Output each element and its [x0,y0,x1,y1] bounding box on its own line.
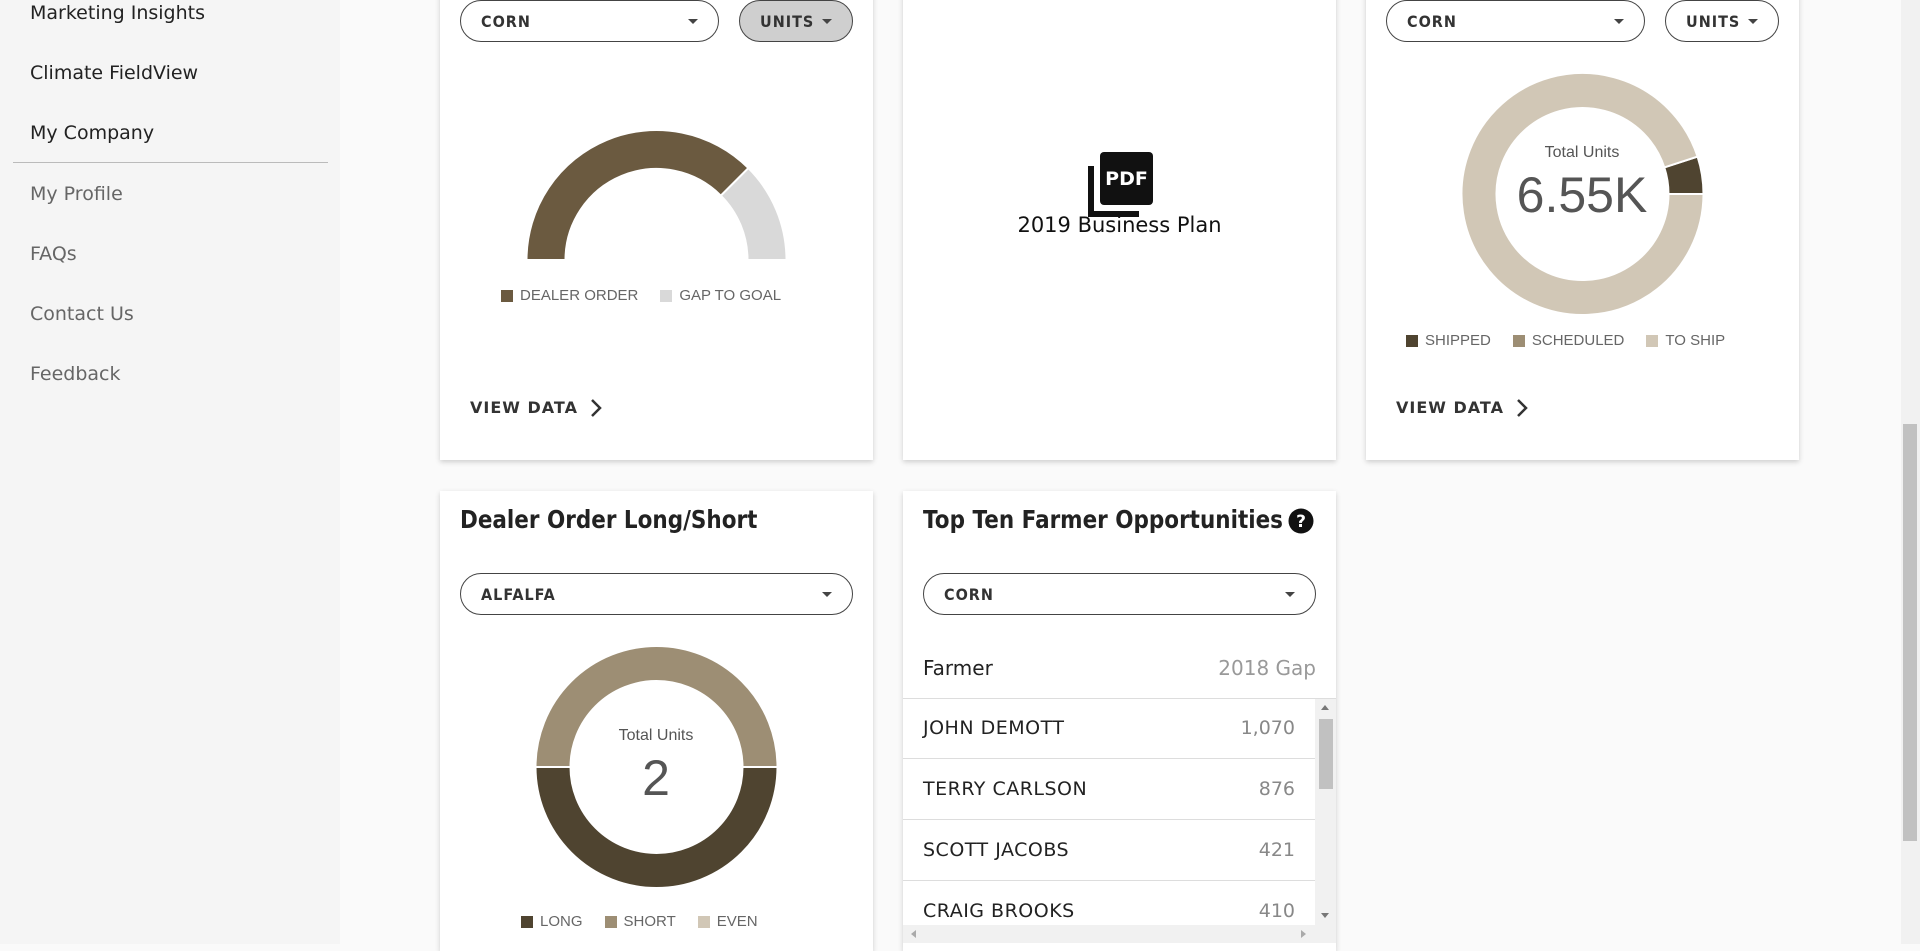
chevron-down-icon [1285,591,1295,597]
legend-label: SCHEDULED [1531,332,1625,349]
chevron-right-icon [591,398,602,417]
long-short-card: Dealer Order Long/Short ALFALFA Total Un… [440,491,873,951]
sidebar-item-climate-fieldview[interactable]: Climate FieldView [30,62,198,84]
column-header-farmer: Farmer [923,656,993,680]
view-data-label: VIEW DATA [1396,398,1504,417]
shipping-donut-card: CORN UNITS Total Units 6.55K SHIPPED SCH… [1366,0,1799,460]
table-row[interactable]: SCOTT JACOBS 421 [903,821,1315,881]
page-scrollbar-thumb[interactable] [1903,424,1917,841]
pdf-icon[interactable]: PDF [1087,152,1153,218]
legend-swatch [660,289,673,302]
sidebar-item-marketing-insights[interactable]: Marketing Insights [30,2,205,24]
farmer-gap-value: 1,070 [1240,717,1295,739]
legend-label: TO SHIP [1665,332,1726,349]
legend-swatch [501,289,513,302]
pdf-icon-text: PDF [1105,168,1148,190]
farmer-name: JOHN DEMOTT [923,717,1065,739]
legend-item-long: LONG [521,913,583,930]
farmer-gap-value: 410 [1258,900,1295,922]
scrollbar-thumb[interactable] [1319,719,1333,789]
business-plan-label[interactable]: 2019 Business Plan [903,213,1336,237]
long-short-donut-chart [534,645,779,889]
page-scrollbar[interactable] [1901,0,1920,944]
legend-swatch [697,915,710,928]
farmer-name: SCOTT JACOBS [923,839,1070,861]
table-vertical-scrollbar[interactable] [1315,699,1336,925]
gauge-chart [525,129,788,261]
donut-center-label: Total Units [1544,144,1620,161]
sidebar-item-my-profile[interactable]: My Profile [30,183,123,205]
svg-text:?: ? [1296,512,1306,532]
gauge-slice-dealer-order[interactable] [525,129,750,261]
table-row[interactable]: JOHN DEMOTT 1,070 [903,699,1315,759]
gauge-legend: DEALER ORDER GAP TO GOAL [501,287,781,304]
dealer-order-gauge-card: CORN UNITS DEALER ORDER GAP TO GOAL VIEW… [440,0,873,460]
long-short-legend: LONG SHORT EVEN [521,913,758,930]
donut-center-label: Total Units [618,727,694,744]
help-icon[interactable]: ? [1288,508,1314,534]
chevron-right-icon [1517,398,1528,417]
legend-label: SHIPPED [1425,332,1491,349]
farmer-gap-value: 421 [1258,839,1295,861]
legend-label: SHORT [623,913,676,930]
crop-select-value: CORN [944,584,994,604]
table-horizontal-scrollbar[interactable] [903,925,1336,943]
legend-swatch [1512,334,1525,347]
view-data-label: VIEW DATA [470,398,578,417]
legend-item-scheduled: SCHEDULED [1512,332,1625,349]
sidebar: Marketing Insights Climate FieldView My … [0,0,340,944]
scroll-down-arrow-icon[interactable] [1321,913,1329,918]
business-plan-card[interactable]: PDF 2019 Business Plan [903,0,1336,460]
sidebar-item-my-company[interactable]: My Company [30,122,154,144]
legend-swatch [1406,334,1418,347]
legend-item-dealer-order: DEALER ORDER [501,287,638,304]
legend-item-shipped: SHIPPED [1406,332,1491,349]
sidebar-divider [13,162,328,163]
scroll-up-arrow-icon[interactable] [1321,705,1329,710]
legend-item-gap-to-goal: GAP TO GOAL [660,287,781,304]
shipping-legend: SHIPPED SCHEDULED TO SHIP [1406,332,1725,349]
legend-label: GAP TO GOAL [679,287,782,304]
view-data-link[interactable]: VIEW DATA [470,398,602,417]
donut-center-value: 6.55K [1516,167,1648,223]
crop-select[interactable]: CORN [923,573,1316,615]
top-farmer-card: Top Ten Farmer Opportunities ? CORN Farm… [903,491,1336,951]
legend-label: LONG [540,913,583,930]
farmer-table-body: JOHN DEMOTT 1,070 TERRY CARLSON 876 SCOT… [903,699,1336,943]
farmer-name: TERRY CARLSON [923,778,1088,800]
farmer-name: CRAIG BROOKS [923,900,1075,922]
view-data-link[interactable]: VIEW DATA [1396,398,1528,417]
table-row[interactable]: TERRY CARLSON 876 [903,760,1315,820]
legend-item-even: EVEN [697,913,758,930]
column-header-gap: 2018 Gap [1218,656,1316,680]
legend-item-short: SHORT [604,913,676,930]
scroll-right-arrow-icon[interactable] [1301,930,1306,938]
sidebar-item-feedback[interactable]: Feedback [30,363,120,385]
legend-swatch [1646,334,1659,347]
legend-label: EVEN [716,913,758,930]
legend-swatch [604,915,617,928]
sidebar-item-faqs[interactable]: FAQs [30,243,77,265]
sidebar-item-contact-us[interactable]: Contact Us [30,303,134,325]
card-title: Top Ten Farmer Opportunities [923,505,1283,534]
legend-swatch [521,915,533,928]
legend-item-to-ship: TO SHIP [1646,332,1725,349]
gauge-series [525,129,788,261]
donut-center-value: 2 [642,750,670,806]
scroll-left-arrow-icon[interactable] [911,930,916,938]
farmer-gap-value: 876 [1258,778,1295,800]
legend-label: DEALER ORDER [520,287,639,304]
